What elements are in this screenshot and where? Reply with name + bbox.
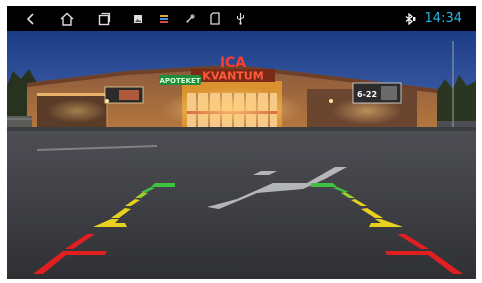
recent-apps-icon[interactable] (93, 6, 115, 31)
clock: 14:34 (424, 11, 462, 26)
back-icon[interactable] (20, 6, 42, 31)
head-unit-screen: 14:34 ICA KVANTUM APOTEKET 6-22 (7, 6, 476, 279)
home-icon[interactable] (55, 6, 79, 31)
bluetooth-icon (401, 6, 419, 31)
sd-card-icon[interactable] (206, 6, 224, 31)
status-bar: 14:34 (7, 6, 476, 31)
rear-camera-view: ICA KVANTUM APOTEKET 6-22 (7, 31, 476, 279)
fence (7, 116, 32, 128)
svg-text:6-22: 6-22 (357, 90, 377, 99)
svg-text:APOTEKET: APOTEKET (159, 77, 200, 85)
pharmacy-sign: APOTEKET (159, 75, 201, 85)
media-icon[interactable] (155, 6, 173, 31)
store-name-sign: KVANTUM (191, 69, 275, 83)
settings-icon[interactable] (181, 6, 199, 31)
svg-text:KVANTUM: KVANTUM (202, 70, 263, 83)
usb-icon[interactable] (232, 6, 248, 31)
opening-hours-sign: 6-22 (352, 82, 402, 104)
gallery-icon[interactable] (129, 6, 147, 31)
curb (7, 127, 476, 131)
left-billboard (104, 86, 144, 104)
